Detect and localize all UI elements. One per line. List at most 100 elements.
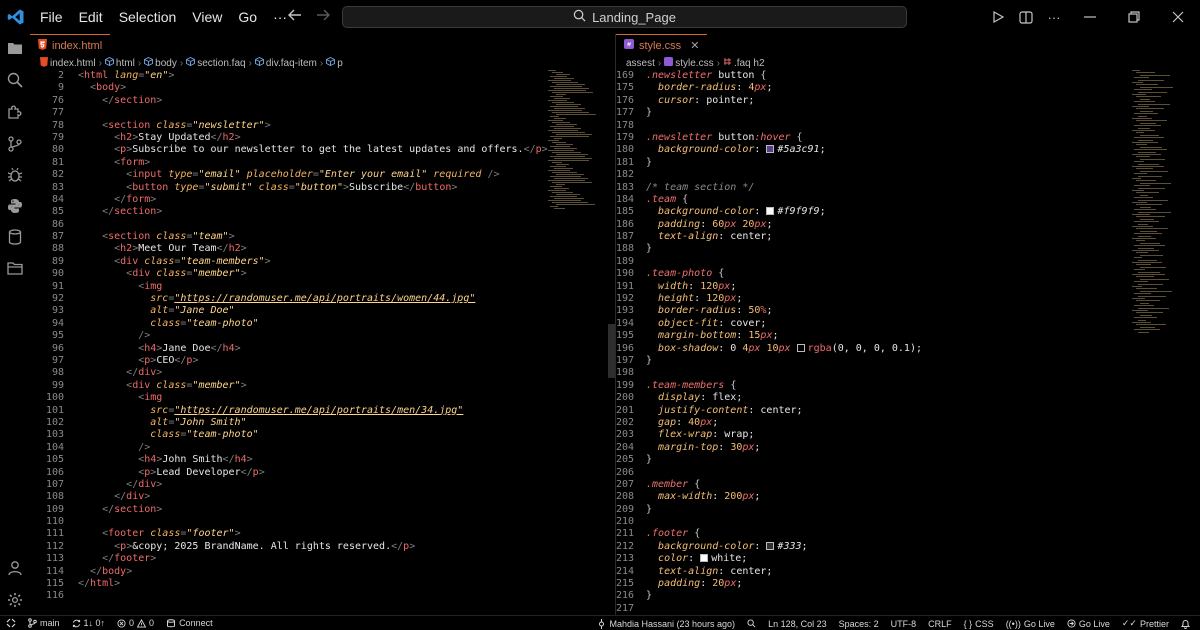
prettier-status[interactable]: ✓✓ Prettier	[1116, 618, 1175, 629]
tab-style-css[interactable]: # style.css ✕	[616, 34, 708, 56]
language-mode[interactable]: { } CSS	[958, 619, 1000, 629]
menu-go[interactable]: Go	[230, 0, 265, 34]
code-line[interactable]: 181}	[616, 157, 922, 169]
zoom-icon[interactable]	[741, 619, 762, 628]
code-line[interactable]: 79 <h2>Stay Updated</h2>	[30, 132, 548, 144]
code-line[interactable]: 105 <h4>John Smith</h4>	[30, 454, 548, 466]
code-editor-left[interactable]: 2 <html lang="en"> 9 <body> 76 </section> 77…	[30, 70, 548, 603]
notifications-bell-icon[interactable]	[1175, 619, 1196, 629]
go-live-status-1[interactable]: ((•)) Go Live	[1000, 619, 1061, 629]
code-line[interactable]: 81 <form>	[30, 157, 548, 169]
code-line[interactable]: 190 .team-photo {	[616, 268, 922, 280]
code-line[interactable]: 211 .footer {	[616, 528, 922, 540]
code-line[interactable]: 91 <img	[30, 281, 548, 293]
code-line[interactable]: 76 </section>	[30, 95, 548, 107]
code-line[interactable]: 185 background-color: #f9f9f9;	[616, 206, 922, 218]
code-line[interactable]: 99 <div class="member">	[30, 380, 548, 392]
code-line[interactable]: 112 <p>&copy; 2025 BrandName. All rights…	[30, 541, 548, 553]
breadcrumb-item[interactable]: assest	[626, 58, 655, 69]
go-live-status-2[interactable]: Go Live	[1061, 619, 1116, 629]
forward-arrow-icon[interactable]	[316, 8, 330, 26]
code-line[interactable]: 209}	[616, 504, 922, 516]
code-line[interactable]: 96 <h4>Jane Doe</h4>	[30, 343, 548, 355]
code-line[interactable]: 111 <footer class="footer">	[30, 528, 548, 540]
code-line[interactable]: 83 <button type="submit" class="button">…	[30, 182, 548, 194]
breadcrumb-item[interactable]: section.faq	[197, 58, 245, 69]
scrollbar-slider-left[interactable]	[608, 324, 615, 378]
code-line[interactable]: 208 max-width: 200px;	[616, 491, 922, 503]
more-actions-icon[interactable]: ···	[1040, 10, 1068, 25]
code-line[interactable]: 110	[30, 516, 548, 528]
minimap-right[interactable]	[1132, 70, 1182, 340]
git-blame-status[interactable]: Mahdia Hassani (23 hours ago)	[591, 618, 741, 629]
settings-gear-icon[interactable]	[5, 590, 25, 610]
breadcrumb-item[interactable]: .faq h2	[734, 58, 765, 69]
code-line[interactable]: 97 <p>CEO</p>	[30, 355, 548, 367]
code-line[interactable]: 210	[616, 516, 922, 528]
indentation[interactable]: Spaces: 2	[833, 619, 885, 629]
color-swatch[interactable]	[766, 207, 775, 216]
code-line[interactable]: 90 <div class="member">	[30, 268, 548, 280]
code-line[interactable]: 176 cursor: pointer;	[616, 95, 922, 107]
code-line[interactable]: 177}	[616, 107, 922, 119]
code-line[interactable]: 184 .team {	[616, 194, 922, 206]
explorer-icon[interactable]	[5, 38, 25, 58]
code-line[interactable]: 103 class="team-photo"	[30, 429, 548, 441]
breadcrumb-item[interactable]: body	[155, 58, 177, 69]
code-line[interactable]: 114 </body>	[30, 566, 548, 578]
code-line[interactable]: 213 color: white;	[616, 553, 922, 565]
code-line[interactable]: 102 alt="John Smith"	[30, 417, 548, 429]
code-line[interactable]: 197}	[616, 355, 922, 367]
code-line[interactable]: 178	[616, 120, 922, 132]
code-line[interactable]: 216}	[616, 590, 922, 602]
code-line[interactable]: 182	[616, 169, 922, 181]
debug-bug-icon[interactable]	[5, 165, 25, 185]
restore-icon[interactable]	[1112, 11, 1156, 23]
search-view-icon[interactable]	[5, 70, 25, 90]
code-line[interactable]: 101 src="https://randomuser.me/api/portr…	[30, 405, 548, 417]
breadcrumb-item[interactable]: html	[116, 58, 135, 69]
code-line[interactable]: 106 <p>Lead Developer</p>	[30, 467, 548, 479]
color-swatch[interactable]	[700, 554, 709, 563]
python-icon[interactable]	[5, 196, 25, 216]
code-line[interactable]: 203 flex-wrap: wrap;	[616, 429, 922, 441]
source-control-icon[interactable]	[5, 134, 25, 154]
code-line[interactable]: 199 .team-members {	[616, 380, 922, 392]
code-line[interactable]: 89 <div class="team-members">	[30, 256, 548, 268]
code-line[interactable]: 188}	[616, 243, 922, 255]
menu-view[interactable]: View	[184, 0, 230, 34]
code-line[interactable]: 212 background-color: #333;	[616, 541, 922, 553]
end-of-line[interactable]: CRLF	[922, 619, 958, 629]
connect-status[interactable]: Connect	[160, 618, 219, 628]
code-line[interactable]: 109 </section>	[30, 504, 548, 516]
code-line[interactable]: 193 border-radius: 50%;	[616, 305, 922, 317]
code-line[interactable]: 80 <p>Subscribe to our newsletter to get…	[30, 144, 548, 156]
code-line[interactable]: 202 gap: 40px;	[616, 417, 922, 429]
split-editor-icon[interactable]	[1012, 10, 1040, 24]
close-window-icon[interactable]	[1156, 11, 1200, 23]
code-line[interactable]: 87 <section class="team">	[30, 231, 548, 243]
encoding[interactable]: UTF-8	[885, 619, 923, 629]
code-line[interactable]: 205}	[616, 454, 922, 466]
code-line[interactable]: 169 .newsletter button {	[616, 70, 922, 82]
code-line[interactable]: 107 </div>	[30, 479, 548, 491]
code-line[interactable]: 82 <input type="email" placeholder="Ente…	[30, 169, 548, 181]
code-line[interactable]: 191 width: 120px;	[616, 281, 922, 293]
sync-status[interactable]: 1↓ 0↑	[66, 618, 112, 628]
run-icon[interactable]	[984, 11, 1012, 23]
code-line[interactable]: 186 padding: 60px 20px;	[616, 219, 922, 231]
code-line[interactable]: 85 </section>	[30, 206, 548, 218]
code-line[interactable]: 116	[30, 590, 548, 602]
code-line[interactable]: 93 alt="Jane Doe"	[30, 305, 548, 317]
problems-status[interactable]: 0 0	[111, 618, 160, 628]
code-line[interactable]: 215 padding: 20px;	[616, 578, 922, 590]
database-icon[interactable]	[5, 227, 25, 247]
code-line[interactable]: 194 object-fit: cover;	[616, 318, 922, 330]
breadcrumb-item[interactable]: div.faq-item	[266, 58, 317, 69]
minimap-left[interactable]	[548, 70, 598, 230]
color-swatch[interactable]	[796, 343, 805, 352]
code-line[interactable]: 95 />	[30, 330, 548, 342]
code-line[interactable]: 88 <h2>Meet Our Team</h2>	[30, 243, 548, 255]
menu-edit[interactable]: Edit	[71, 0, 111, 34]
code-line[interactable]: 189	[616, 256, 922, 268]
